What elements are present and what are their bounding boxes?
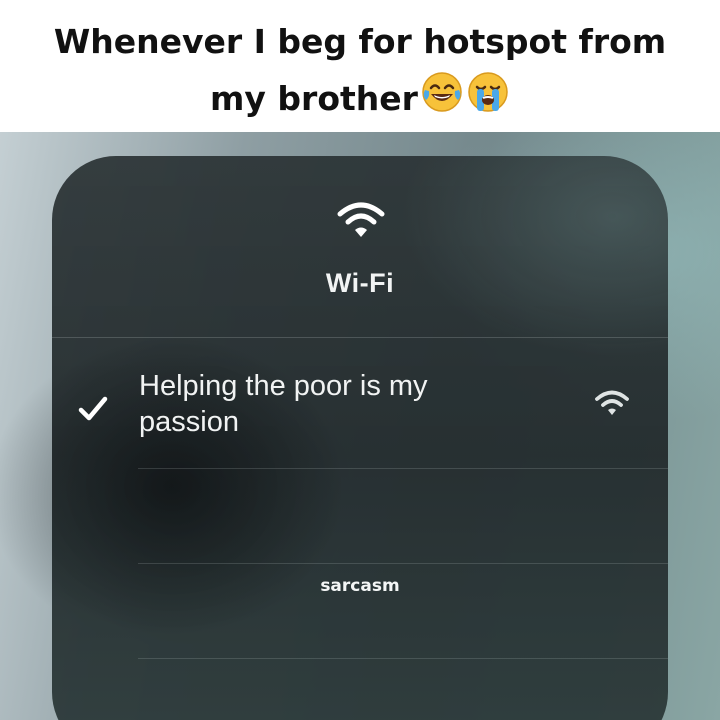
caption-line-2-text: my brother <box>210 79 418 118</box>
network-row-empty[interactable] <box>138 469 668 563</box>
face-with-tears-of-joy-icon <box>420 70 464 131</box>
meme-caption: Whenever I beg for hotspot from my broth… <box>0 0 720 132</box>
network-name: Helping the poor is my passion <box>139 370 428 438</box>
wifi-signal-icon <box>594 388 630 418</box>
network-label: sarcasm <box>320 576 400 596</box>
panel-title: Wi-Fi <box>325 268 395 298</box>
caption-line-2: my brother <box>0 70 720 131</box>
network-row[interactable]: sarcasm <box>52 564 668 658</box>
meme-page: Whenever I beg for hotspot from my broth… <box>0 0 720 720</box>
divider <box>138 658 668 659</box>
wifi-icon <box>336 200 386 240</box>
checkmark-icon <box>78 394 108 424</box>
connected-network-row[interactable]: Helping the poor is my passion <box>52 338 668 468</box>
wifi-panel: Wi-Fi Helping the poor is my passion sar… <box>52 156 668 720</box>
caption-line-1: Whenever I beg for hotspot from <box>53 22 667 61</box>
loudly-crying-face-icon <box>466 70 510 131</box>
